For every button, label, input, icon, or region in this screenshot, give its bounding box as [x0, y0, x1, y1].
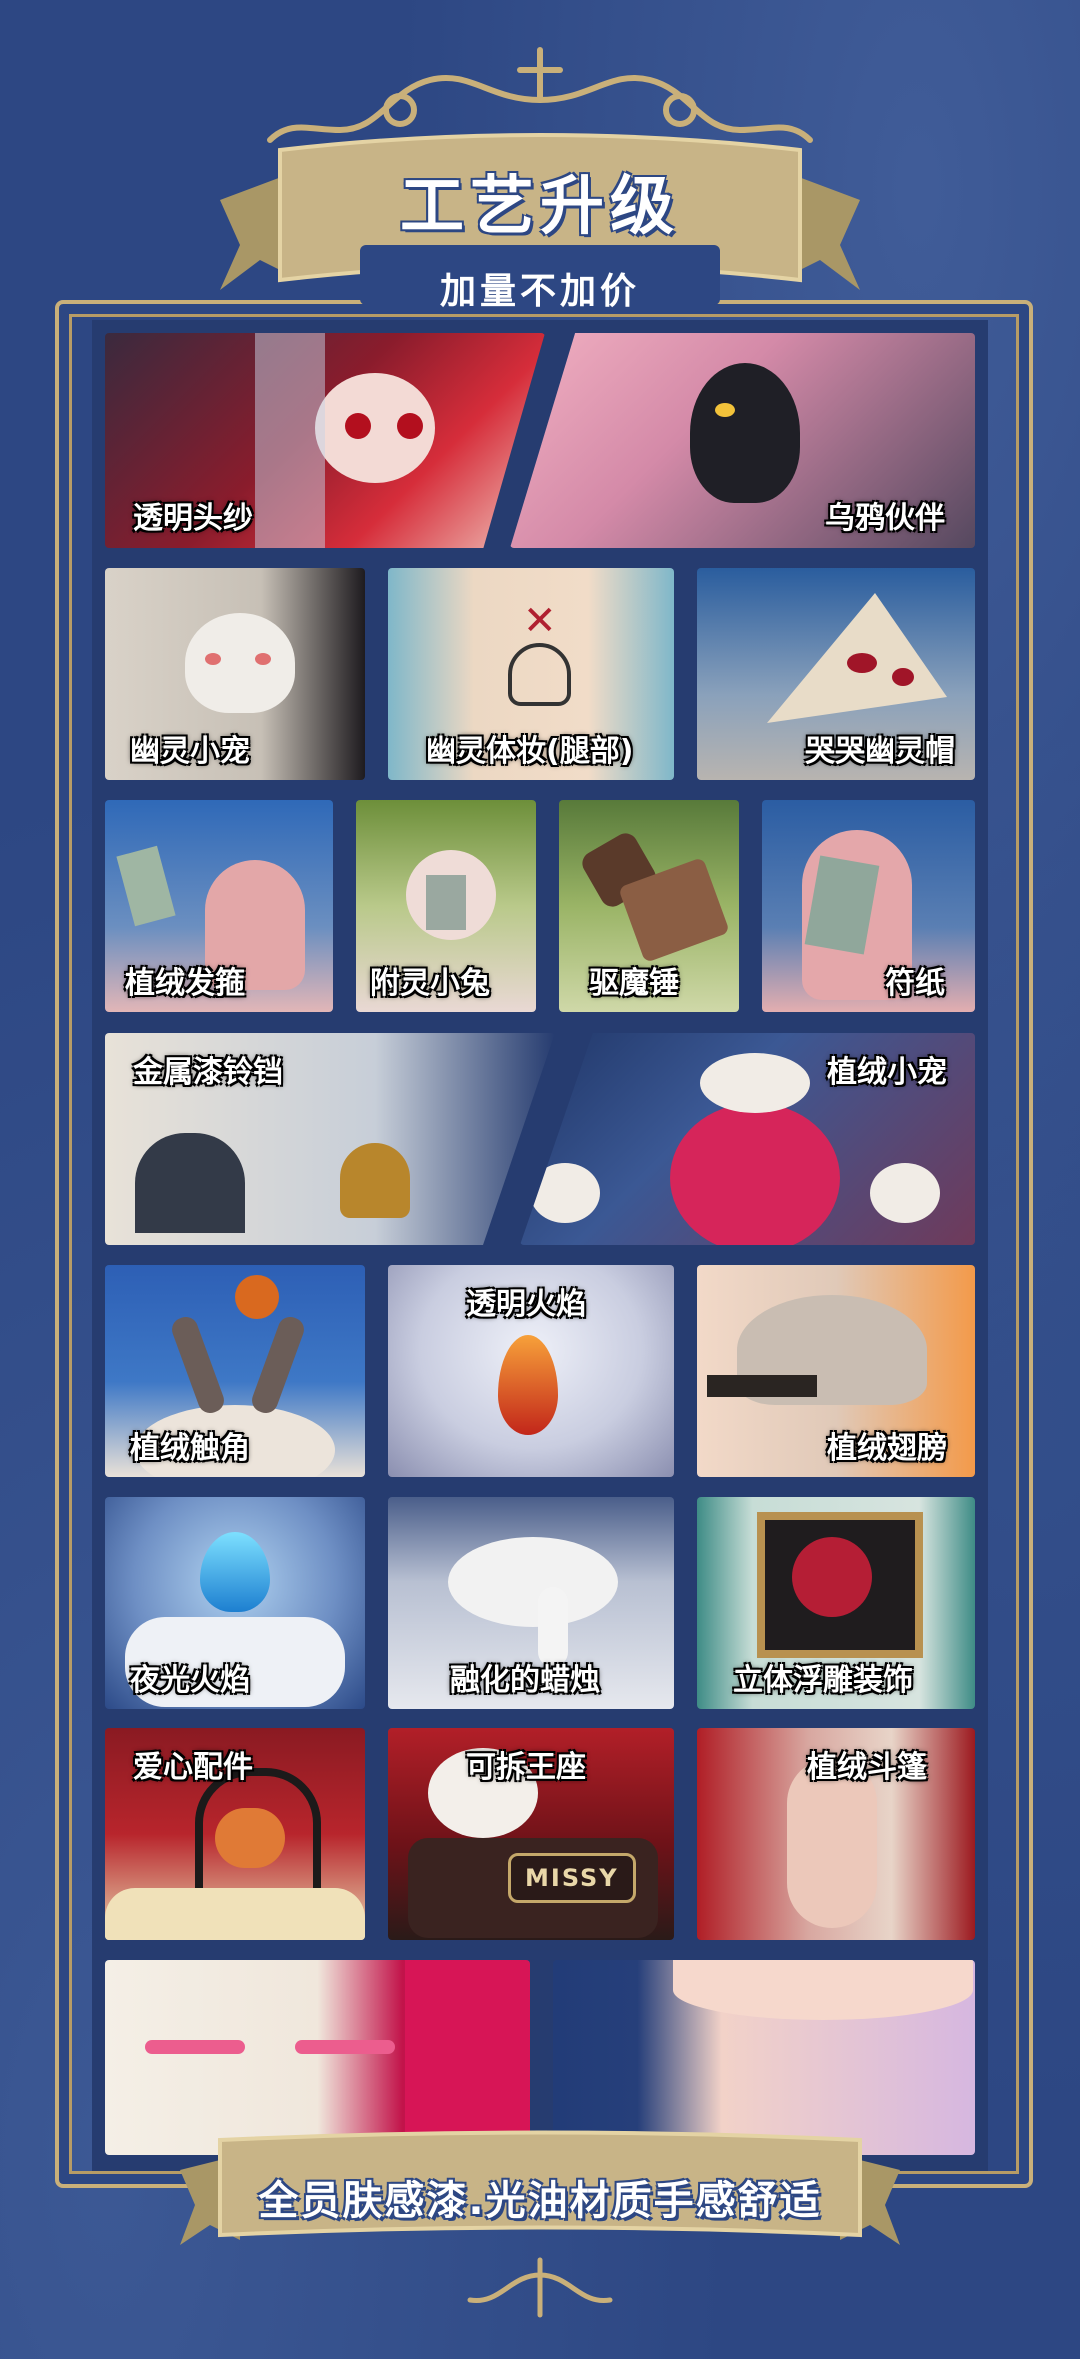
tile-heart-accessory: 爱心配件 [105, 1728, 365, 1940]
page-subtitle: 加量不加价 [439, 271, 640, 312]
tile-label: 植绒小宠 [827, 1055, 947, 1090]
photo-sleepy-doll [105, 1960, 530, 2155]
tile-label: 透明火焰 [466, 1287, 586, 1322]
tile-label: 幽灵小宠 [130, 734, 250, 769]
tile-label: 融化的蜡烛 [450, 1663, 600, 1698]
tile-label: 附灵小兔 [370, 966, 490, 1001]
tile-melted-candle: 融化的蜡烛 [388, 1497, 674, 1709]
tile-possessed-bunny: 附灵小兔 [356, 800, 536, 1012]
tile-label: 夜光火焰 [130, 1663, 250, 1698]
tile-crow-companion: 乌鸦伙伴 [510, 333, 975, 548]
tile-label: 可拆王座 [466, 1750, 586, 1785]
tile-label: 立体浮雕装饰 [733, 1663, 913, 1698]
tile-transparent-flame: 透明火焰 [388, 1265, 674, 1477]
tile-flocked-headband: 植绒发箍 [105, 800, 333, 1012]
tile-flocked-cape: 植绒斗篷 [697, 1728, 975, 1940]
tile-label: 植绒翅膀 [827, 1431, 947, 1466]
tile-flocked-wings: 植绒翅膀 [697, 1265, 975, 1477]
page-title: 工艺升级 [400, 170, 680, 244]
tile-label: 金属漆铃铛 [133, 1055, 283, 1090]
tile-label: 哭哭幽灵帽 [805, 734, 955, 769]
photo-pink-ruffle [553, 1960, 975, 2155]
tile-ghost-body-paint: ✕ 幽灵体妆(腿部) [388, 568, 674, 780]
tile-flocked-pet: 植绒小宠 [520, 1033, 975, 1245]
tile-relief-decoration: 立体浮雕装饰 [697, 1497, 975, 1709]
tile-glow-flame: 夜光火焰 [105, 1497, 365, 1709]
tile-label: 植绒斗篷 [807, 1750, 927, 1785]
tile-label: 植绒发箍 [125, 966, 245, 1001]
tile-label: 爱心配件 [133, 1750, 253, 1785]
ornament-bottom-icon [467, 2257, 613, 2318]
tile-talisman: 符纸 [762, 800, 975, 1012]
tile-label: 幽灵体妆(腿部) [426, 734, 634, 769]
tile-flocked-antenna: 植绒触角 [105, 1265, 365, 1477]
tile-metal-bell: 金属漆铃铛 [105, 1033, 555, 1245]
tile-label: 符纸 [885, 966, 945, 1001]
tile-exorcism-hammer: 驱魔锤 [559, 800, 739, 1012]
tile-ghost-pet: 幽灵小宠 [105, 568, 365, 780]
tile-label: 乌鸦伙伴 [825, 501, 945, 536]
throne-nameplate: MISSY [508, 1853, 636, 1903]
footer-caption: 全员肤感漆.光油材质手感舒适 [258, 2178, 822, 2224]
tile-label: 驱魔锤 [589, 966, 679, 1001]
tile-label: 透明头纱 [133, 501, 253, 536]
tile-removable-throne: MISSY 可拆王座 [388, 1728, 674, 1940]
tile-label: 植绒触角 [130, 1431, 250, 1466]
tile-transparent-veil: 透明头纱 [105, 333, 545, 548]
tile-crying-ghost-hat: 哭哭幽灵帽 [697, 568, 975, 780]
